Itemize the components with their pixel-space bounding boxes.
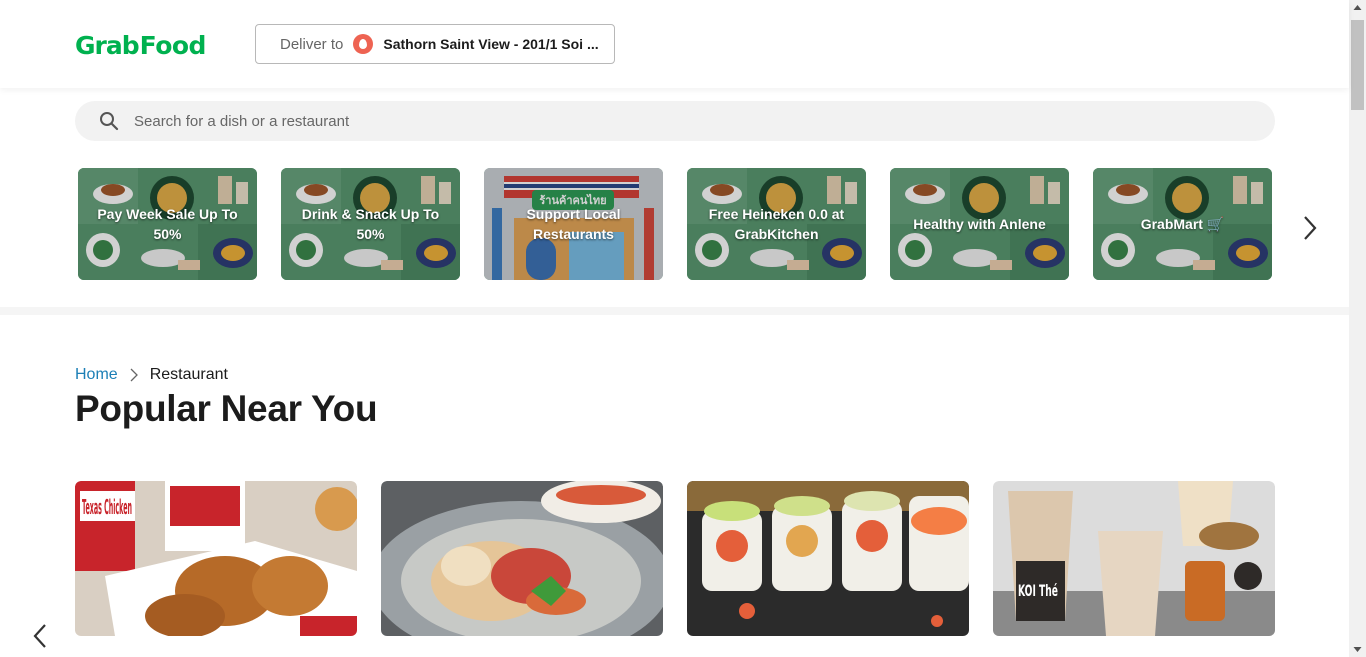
koi-cup-logo: KOI Thé bbox=[1018, 581, 1058, 600]
promo-card[interactable]: Pay Week Sale Up To 50% bbox=[78, 168, 257, 280]
fried-chicken-photo: Texas Chicken bbox=[75, 481, 357, 636]
promo-carousel: Pay Week Sale Up To 50% Drink & Snack Up… bbox=[78, 168, 1278, 280]
restaurant-card[interactable] bbox=[687, 481, 969, 641]
deliver-to-label: Deliver to bbox=[280, 35, 344, 53]
search-input[interactable]: Search for a dish or a restaurant bbox=[134, 113, 349, 130]
breadcrumb-chevron-right-icon bbox=[130, 368, 138, 382]
page-scrollbar[interactable] bbox=[1349, 0, 1366, 657]
seafood-stir-fry-photo bbox=[381, 481, 663, 636]
bubble-tea-photo: KOI Thé bbox=[993, 481, 1275, 636]
search-bar[interactable]: Search for a dish or a restaurant bbox=[75, 101, 1275, 141]
promo-label: Free Heineken 0.0 at GrabKitchen bbox=[708, 206, 845, 242]
grabfood-logo[interactable]: Grab Food bbox=[75, 28, 206, 60]
promo-card[interactable]: Drink & Snack Up To 50% bbox=[281, 168, 460, 280]
logo-grab-text: Grab bbox=[75, 31, 140, 60]
restaurant-card[interactable]: KOI Thé bbox=[993, 481, 1275, 641]
scroll-down-arrow-icon[interactable] bbox=[1349, 640, 1366, 657]
promo-label: GrabMart 🛒 bbox=[1140, 216, 1225, 232]
promo-card[interactable]: GrabMart 🛒 bbox=[1093, 168, 1272, 280]
scroll-up-arrow-icon[interactable] bbox=[1349, 0, 1366, 17]
sushi-rolls-photo bbox=[687, 481, 969, 636]
page-title: Popular Near You bbox=[75, 388, 378, 429]
promo-label: Drink & Snack Up To 50% bbox=[301, 206, 440, 242]
promo-card[interactable]: ร้านค้าคนไทย Support Local Restaurants bbox=[484, 168, 663, 280]
deliver-to-selector[interactable]: Deliver to Sathorn Saint View - 201/1 So… bbox=[255, 24, 615, 64]
promo-card[interactable]: Healthy with Anlene bbox=[890, 168, 1069, 280]
carousel-next-chevron-right-icon[interactable] bbox=[1300, 213, 1320, 243]
section-divider bbox=[0, 307, 1349, 315]
promo-label: Pay Week Sale Up To 50% bbox=[97, 206, 238, 242]
page: Grab Food Deliver to Sathorn Saint View … bbox=[0, 0, 1366, 657]
texas-chicken-cup-logo: Texas Chicken bbox=[82, 495, 132, 519]
breadcrumb: Home Restaurant bbox=[75, 365, 228, 385]
location-pin-icon bbox=[353, 34, 374, 54]
restaurant-card[interactable]: Texas Chicken bbox=[75, 481, 357, 641]
top-header: Grab Food Deliver to Sathorn Saint View … bbox=[0, 0, 1349, 88]
promo-label: Healthy with Anlene bbox=[913, 216, 1046, 232]
promo-card[interactable]: Free Heineken 0.0 at GrabKitchen bbox=[687, 168, 866, 280]
promo-label: Support Local Restaurants bbox=[526, 206, 621, 242]
delivery-address: Sathorn Saint View - 201/1 Soi ... bbox=[383, 36, 599, 52]
restaurant-card[interactable] bbox=[381, 481, 663, 641]
scrollbar-thumb[interactable] bbox=[1351, 20, 1364, 110]
breadcrumb-current: Restaurant bbox=[149, 366, 228, 383]
carousel-prev-chevron-left-icon[interactable] bbox=[30, 622, 50, 650]
search-icon bbox=[100, 112, 119, 131]
logo-food-text: Food bbox=[139, 31, 207, 60]
breadcrumb-home-link[interactable]: Home bbox=[75, 366, 118, 384]
